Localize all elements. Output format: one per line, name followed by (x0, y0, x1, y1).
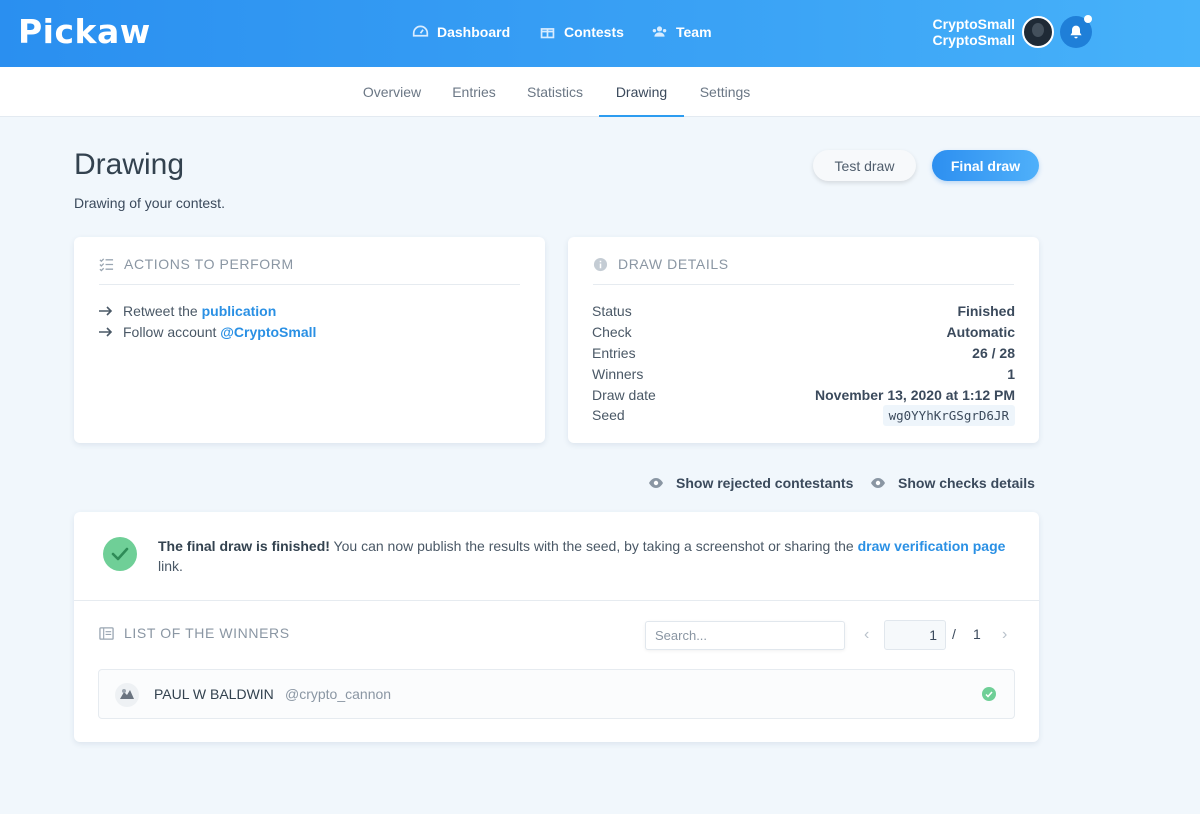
user-handle: CryptoSmall (932, 32, 1015, 48)
draw-finished-tail: link. (158, 558, 183, 574)
test-draw-button[interactable]: Test draw (813, 150, 916, 181)
draw-finished-text: You can now publish the results with the… (329, 538, 858, 554)
action-item: Follow account @CryptoSmall (99, 324, 316, 340)
publication-link[interactable]: publication (202, 303, 277, 319)
nav-dashboard-label: Dashboard (437, 23, 511, 40)
show-rejected-toggle[interactable]: Show rejected contestants (648, 475, 853, 491)
user-display-name: CryptoSmall (932, 16, 1015, 32)
detail-row-winners: Winners 1 (592, 366, 1015, 382)
detail-row-seed: Seed wg0YYhKrGSgrD6JR (592, 405, 1015, 426)
nav-contests-label: Contests (564, 23, 624, 40)
show-checks-label: Show checks details (898, 475, 1035, 491)
detail-value: 26 / 28 (972, 345, 1015, 361)
detail-row-entries: Entries 26 / 28 (592, 345, 1015, 361)
draw-details-card: DRAW DETAILS Status Finished Check Autom… (568, 237, 1039, 443)
bell-icon (1070, 25, 1082, 39)
page-title: Drawing (74, 148, 185, 181)
draw-details-heading: DRAW DETAILS (618, 256, 729, 272)
page-total: 1 (973, 626, 981, 642)
winners-heading: LIST OF THE WINNERS (124, 625, 290, 641)
speedometer-icon (412, 25, 429, 37)
users-icon (652, 26, 667, 37)
contest-subnav: Overview Entries Statistics Drawing Sett… (0, 67, 1200, 117)
chevron-right-icon[interactable]: › (1002, 626, 1007, 644)
detail-label: Status (592, 303, 632, 319)
detail-label: Winners (592, 366, 644, 382)
draw-finished-message: The final draw is finished! You can now … (158, 536, 1018, 576)
tab-settings[interactable]: Settings (690, 67, 760, 117)
info-icon (593, 257, 608, 271)
eye-icon (649, 478, 663, 488)
detail-row-check: Check Automatic (592, 324, 1015, 340)
user-avatar[interactable] (1022, 16, 1054, 48)
nav-team[interactable]: Team (651, 23, 712, 40)
user-name-block[interactable]: CryptoSmall CryptoSmall (933, 16, 1015, 48)
show-rejected-label: Show rejected contestants (676, 475, 854, 491)
draw-finished-bold: The final draw is finished! (158, 538, 330, 554)
winner-name: PAUL W BALDWIN (154, 686, 274, 702)
nav-contests[interactable]: Contests (539, 23, 624, 40)
account-link[interactable]: @CryptoSmall (220, 324, 316, 340)
winners-search-input[interactable] (645, 621, 845, 650)
checklist-icon (99, 257, 114, 272)
arrow-right-icon (99, 306, 113, 316)
detail-row-draw-date: Draw date November 13, 2020 at 1:12 PM (592, 387, 1015, 403)
actions-card: ACTIONS TO PERFORM Retweet the publicati… (74, 237, 545, 443)
gift-icon (540, 28, 555, 39)
tab-overview[interactable]: Overview (350, 67, 434, 117)
draw-details-header: DRAW DETAILS (593, 256, 729, 272)
arrow-right-icon (99, 327, 113, 337)
pager-separator: / (952, 626, 956, 642)
detail-label: Check (592, 324, 632, 340)
verification-page-link[interactable]: draw verification page (858, 538, 1006, 554)
show-checks-toggle[interactable]: Show checks details (870, 475, 1035, 491)
eye-icon (871, 478, 885, 488)
detail-value: Finished (957, 303, 1015, 319)
detail-value: November 13, 2020 at 1:12 PM (815, 387, 1015, 403)
detail-label: Entries (592, 345, 636, 361)
nav-team-label: Team (676, 23, 712, 40)
winner-list-item[interactable]: PAUL W BALDWIN @crypto_cannon (98, 669, 1015, 719)
winners-header: LIST OF THE WINNERS (99, 625, 290, 641)
detail-row-status: Status Finished (592, 303, 1015, 319)
divider (74, 600, 1039, 601)
list-icon (99, 626, 114, 640)
winner-avatar (115, 683, 139, 707)
chevron-left-icon[interactable]: ‹ (864, 626, 869, 644)
seed-value[interactable]: wg0YYhKrGSgrD6JR (882, 405, 1015, 426)
action-item: Retweet the publication (99, 303, 276, 319)
page-number-input[interactable]: 1 (884, 620, 946, 650)
detail-label: Draw date (592, 387, 656, 403)
detail-value: Automatic (946, 324, 1015, 340)
tab-entries[interactable]: Entries (440, 67, 508, 117)
top-header: Pickaw Dashboard Contests Team CryptoSma… (0, 0, 1200, 67)
detail-label: Seed (592, 407, 625, 423)
actions-card-header: ACTIONS TO PERFORM (99, 256, 294, 272)
divider (593, 284, 1014, 285)
final-draw-button[interactable]: Final draw (932, 150, 1039, 181)
action-text: Follow account (123, 324, 217, 340)
actions-heading: ACTIONS TO PERFORM (124, 256, 294, 272)
results-card: The final draw is finished! You can now … (74, 512, 1039, 742)
verified-check-icon (982, 687, 996, 701)
action-text: Retweet the (123, 303, 198, 319)
detail-value: 1 (1007, 366, 1015, 382)
tab-statistics[interactable]: Statistics (515, 67, 595, 117)
tab-drawing[interactable]: Drawing (599, 67, 684, 117)
divider (99, 284, 520, 285)
winner-handle[interactable]: @crypto_cannon (285, 686, 391, 702)
page-subtitle: Drawing of your contest. (74, 195, 225, 211)
success-check-icon (103, 537, 137, 571)
notification-dot (1084, 15, 1092, 23)
nav-dashboard[interactable]: Dashboard (412, 23, 510, 40)
pickaw-logo[interactable]: Pickaw (18, 12, 151, 51)
